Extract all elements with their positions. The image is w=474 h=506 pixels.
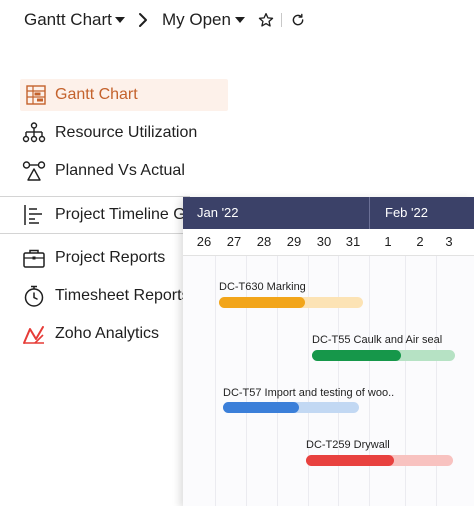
task-label: DC-T57 Import and testing of woo..: [223, 387, 395, 399]
view-selector[interactable]: My Open: [162, 9, 231, 31]
day-label: 3: [445, 234, 453, 249]
resource-utilization-icon: [22, 122, 46, 143]
gantt-grid: DC-T630 Marking DC-T55 Caulk and Air sea…: [183, 256, 474, 506]
chevron-down-icon[interactable]: [235, 17, 245, 23]
menu-label: Zoho Analytics: [55, 325, 160, 342]
menu-divider: [0, 196, 190, 197]
month-label: Feb '22: [385, 205, 428, 220]
analytics-icon: [23, 326, 44, 344]
day-label: 1: [384, 234, 392, 249]
menu-label: Resource Utilization: [55, 124, 198, 141]
day-label: 26: [196, 234, 212, 249]
task-bar-drywall[interactable]: [306, 455, 453, 466]
task-progress-fill: [223, 402, 300, 413]
gantt-preview-panel: Jan '22 Feb '22 26 27 28 29 30 31 1 2 3 …: [183, 197, 474, 506]
menu-label: Project Reports: [55, 249, 166, 266]
task-label: DC-T55 Caulk and Air seal: [312, 334, 443, 346]
task-label: DC-T259 Drywall: [306, 439, 390, 451]
grid-line: [215, 256, 216, 506]
task-progress-fill: [219, 297, 306, 308]
grid-line: [405, 256, 406, 506]
day-label: 27: [226, 234, 242, 249]
grid-line: [369, 256, 370, 506]
star-icon[interactable]: [258, 12, 274, 28]
day-header: 26 27 28 29 30 31 1 2 3: [183, 229, 474, 256]
grid-line: [338, 256, 339, 506]
grid-line: [436, 256, 437, 506]
day-label: 31: [345, 234, 361, 249]
menu-divider: [0, 233, 184, 234]
planned-vs-actual-icon: [22, 161, 46, 181]
day-label: 30: [316, 234, 332, 249]
menu-label: Gantt Chart: [55, 86, 138, 103]
task-bar-caulk-air-seal[interactable]: [312, 350, 455, 361]
grid-line: [308, 256, 309, 506]
task-label: DC-T630 Marking: [219, 281, 306, 293]
stopwatch-icon: [24, 285, 44, 307]
briefcase-icon: [23, 249, 45, 268]
menu-item-resource-utilization[interactable]: Resource Utilization: [0, 117, 230, 149]
gantt-chart-icon: [26, 85, 46, 105]
month-header: Jan '22 Feb '22: [183, 197, 474, 229]
menu-label: Timesheet Reports: [55, 287, 190, 304]
menu-item-planned-vs-actual[interactable]: Planned Vs Actual: [0, 155, 230, 187]
day-label: 2: [416, 234, 424, 249]
task-progress-fill: [312, 350, 401, 361]
menu-item-gantt-chart[interactable]: Gantt Chart: [20, 79, 228, 111]
header-divider: [281, 13, 282, 27]
task-progress-fill: [306, 455, 395, 466]
month-divider: [369, 197, 370, 229]
top-header: Gantt Chart My Open: [0, 0, 474, 42]
refresh-icon[interactable]: [291, 13, 305, 27]
breadcrumb-root[interactable]: Gantt Chart: [24, 9, 112, 31]
project-timeline-icon: [24, 205, 42, 225]
menu-label: Planned Vs Actual: [55, 162, 185, 179]
task-bar-import-testing[interactable]: [223, 402, 359, 413]
day-label: 29: [286, 234, 302, 249]
day-label: 28: [256, 234, 272, 249]
chevron-down-icon[interactable]: [115, 17, 125, 23]
task-bar-marking[interactable]: [219, 297, 363, 308]
month-label: Jan '22: [197, 205, 239, 220]
chevron-right-icon: [139, 13, 147, 27]
